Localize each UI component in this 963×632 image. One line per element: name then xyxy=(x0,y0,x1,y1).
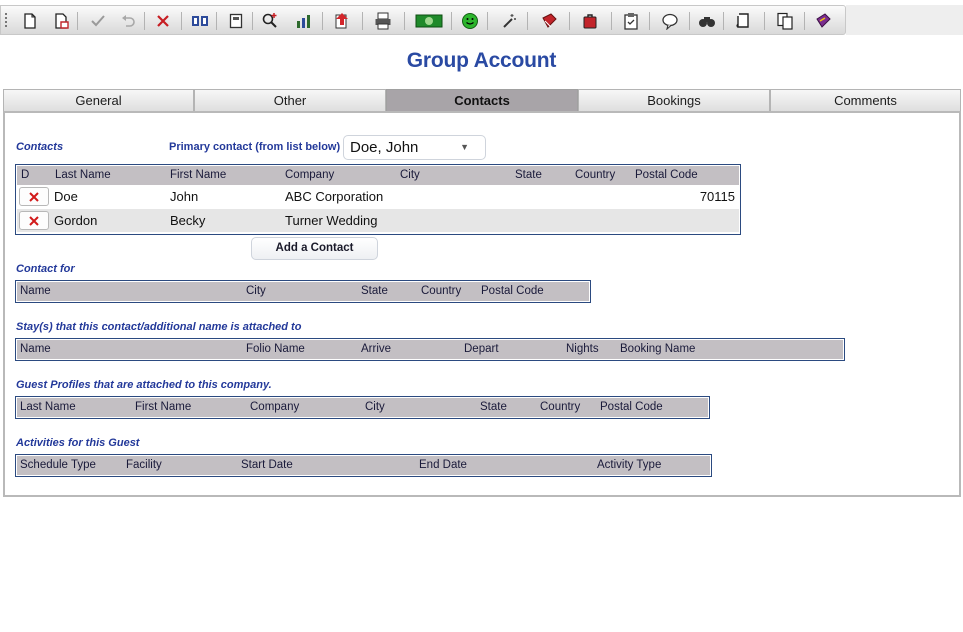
col-state[interactable]: State xyxy=(480,401,507,413)
contacts-grid-header: D Last Name First Name Company City Stat… xyxy=(17,166,739,185)
chevron-down-icon: ▼ xyxy=(460,142,469,152)
check-icon[interactable] xyxy=(87,10,109,32)
col-city[interactable]: City xyxy=(365,401,385,413)
cell-postal-code: 70115 xyxy=(699,189,735,204)
stays-label: Stay(s) that this contact/additional nam… xyxy=(16,321,302,333)
compare-icon[interactable] xyxy=(189,10,211,32)
col-folio-name[interactable]: Folio Name xyxy=(246,343,305,355)
new-document-icon[interactable] xyxy=(19,10,41,32)
chat-icon[interactable] xyxy=(659,10,681,32)
col-postal-code[interactable]: Postal Code xyxy=(600,401,663,413)
tab-bookings[interactable]: Bookings xyxy=(578,89,770,112)
delete-x-icon xyxy=(29,191,39,202)
col-last-name[interactable]: Last Name xyxy=(20,401,76,413)
col-last-name[interactable]: Last Name xyxy=(55,169,111,181)
page-title: Group Account xyxy=(406,49,557,72)
contacts-section-label: Contacts xyxy=(16,141,64,153)
col-end-date[interactable]: End Date xyxy=(419,459,467,471)
col-postal-code[interactable]: Postal Code xyxy=(635,169,698,181)
contact-for-grid: Name City State Country Postal Code xyxy=(15,280,591,303)
chart-icon[interactable] xyxy=(293,10,315,32)
col-depart[interactable]: Depart xyxy=(464,343,499,355)
tab-other[interactable]: Other xyxy=(194,89,386,112)
col-name[interactable]: Name xyxy=(20,285,51,297)
contact-for-label: Contact for xyxy=(16,263,75,275)
cell-company: ABC Corporation xyxy=(285,189,384,204)
col-city[interactable]: City xyxy=(400,169,420,181)
scroll-icon[interactable] xyxy=(732,10,754,32)
cell-last-name: Doe xyxy=(54,189,78,204)
col-first-name[interactable]: First Name xyxy=(170,169,226,181)
documents-icon[interactable] xyxy=(774,10,796,32)
guest-profiles-grid-header: Last Name First Name Company City State … xyxy=(17,398,708,417)
primary-contact-value: Doe, John xyxy=(350,139,419,156)
stays-grid-header: Name Folio Name Arrive Depart Nights Boo… xyxy=(17,340,843,359)
col-start-date[interactable]: Start Date xyxy=(241,459,293,471)
book-icon[interactable] xyxy=(538,10,560,32)
guest-profiles-label: Guest Profiles that are attached to this… xyxy=(16,379,272,391)
activities-label: Activities for this Guest xyxy=(16,437,140,449)
new-copy-icon[interactable] xyxy=(51,10,73,32)
toolbar-background xyxy=(846,5,963,35)
stays-grid: Name Folio Name Arrive Depart Nights Boo… xyxy=(15,338,845,361)
contacts-grid: D Last Name First Name Company City Stat… xyxy=(15,164,741,235)
col-nights[interactable]: Nights xyxy=(566,343,599,355)
table-row[interactable]: Gordon Becky Turner Wedding xyxy=(17,209,739,232)
col-arrive[interactable]: Arrive xyxy=(361,343,391,355)
binoculars-icon[interactable] xyxy=(696,10,718,32)
tab-comments[interactable]: Comments xyxy=(770,89,961,112)
wand-icon[interactable] xyxy=(498,10,520,32)
smiley-icon[interactable] xyxy=(459,10,481,32)
tab-general[interactable]: General xyxy=(3,89,194,112)
col-state[interactable]: State xyxy=(361,285,388,297)
export-icon[interactable] xyxy=(331,10,353,32)
col-country[interactable]: Country xyxy=(540,401,580,413)
col-name[interactable]: Name xyxy=(20,343,51,355)
money-icon[interactable] xyxy=(415,10,443,32)
cell-first-name: John xyxy=(170,189,199,204)
col-schedule-type[interactable]: Schedule Type xyxy=(20,459,96,471)
tab-contacts[interactable]: Contacts xyxy=(386,89,578,112)
col-country[interactable]: Country xyxy=(421,285,461,297)
col-company[interactable]: Company xyxy=(285,169,334,181)
book-purple-icon[interactable] xyxy=(812,10,834,32)
toolbar-grip[interactable] xyxy=(5,13,7,29)
col-d[interactable]: D xyxy=(21,169,29,181)
delete-icon[interactable] xyxy=(152,10,174,32)
cell-last-name: Gordon xyxy=(54,213,98,228)
table-row[interactable]: Doe John ABC Corporation 70115 xyxy=(17,185,739,208)
col-company[interactable]: Company xyxy=(250,401,299,413)
clipboard-icon[interactable] xyxy=(620,10,642,32)
delete-x-icon xyxy=(29,215,39,226)
delete-contact-button[interactable] xyxy=(19,187,49,206)
find-icon[interactable] xyxy=(259,10,281,32)
undo-icon[interactable] xyxy=(117,10,139,32)
activities-grid: Schedule Type Facility Start Date End Da… xyxy=(15,454,712,477)
col-first-name[interactable]: First Name xyxy=(135,401,191,413)
delete-contact-button[interactable] xyxy=(19,211,49,230)
col-city[interactable]: City xyxy=(246,285,266,297)
guest-profiles-grid: Last Name First Name Company City State … xyxy=(15,396,710,419)
col-state[interactable]: State xyxy=(515,169,542,181)
col-country[interactable]: Country xyxy=(575,169,615,181)
primary-contact-label: Primary contact (from list below) xyxy=(169,141,341,153)
luggage-icon[interactable] xyxy=(579,10,601,32)
toolbar xyxy=(0,5,846,35)
col-activity-type[interactable]: Activity Type xyxy=(597,459,661,471)
col-postal-code[interactable]: Postal Code xyxy=(481,285,544,297)
contact-for-grid-header: Name City State Country Postal Code xyxy=(17,282,589,301)
activities-grid-header: Schedule Type Facility Start Date End Da… xyxy=(17,456,710,475)
cell-first-name: Becky xyxy=(170,213,206,228)
primary-contact-select[interactable]: Doe, John ▼ xyxy=(343,135,486,160)
col-facility[interactable]: Facility xyxy=(126,459,162,471)
calculator-icon[interactable] xyxy=(225,10,247,32)
col-booking-name[interactable]: Booking Name xyxy=(620,343,695,355)
cell-company: Turner Wedding xyxy=(285,213,378,228)
add-contact-button[interactable]: Add a Contact xyxy=(251,237,378,260)
print-icon[interactable] xyxy=(372,10,394,32)
